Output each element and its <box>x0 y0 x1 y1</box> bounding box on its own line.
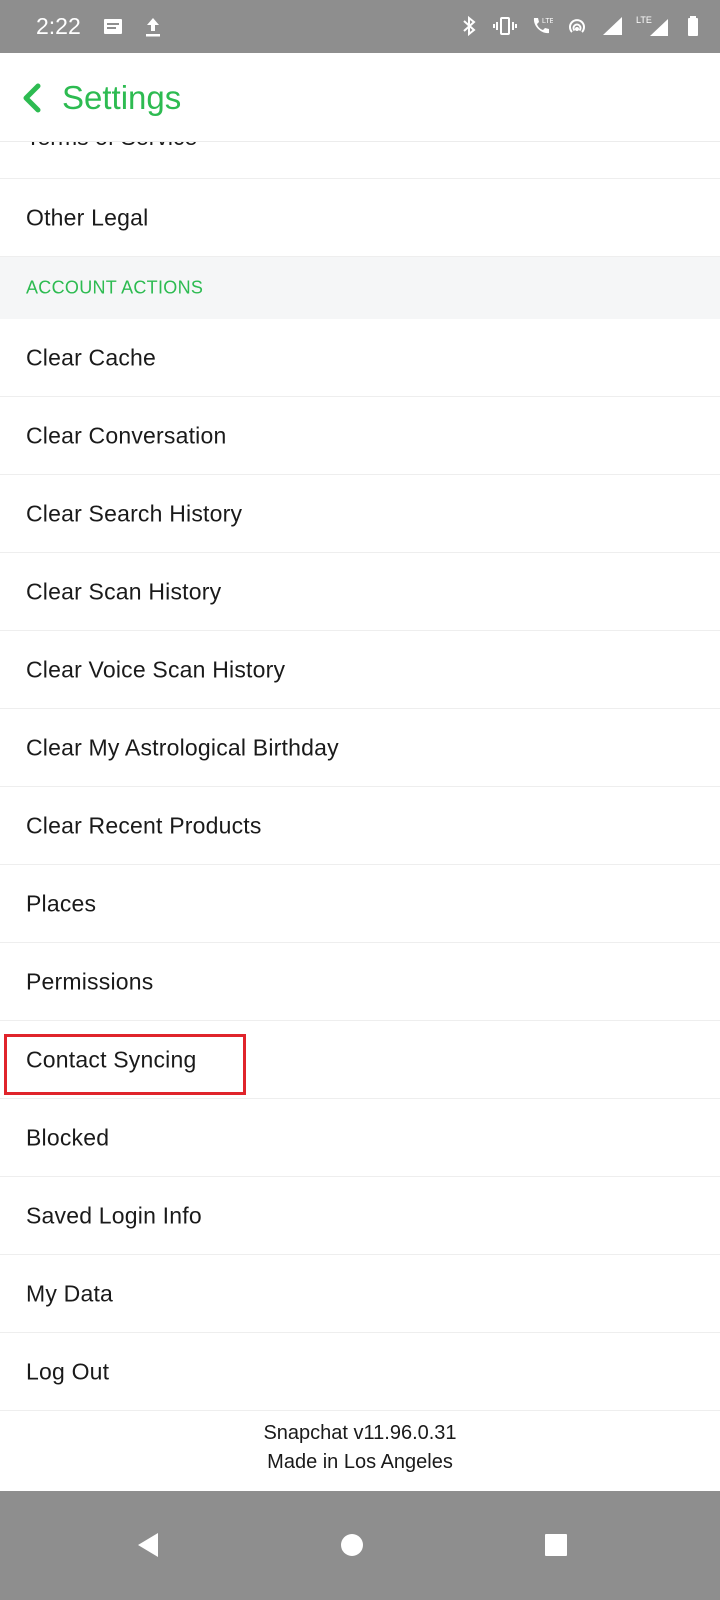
list-item-clear-recent-products[interactable]: Clear Recent Products <box>0 787 720 865</box>
chevron-left-icon <box>23 83 41 113</box>
list-item-permissions[interactable]: Permissions <box>0 943 720 1021</box>
list-item-label: Clear Cache <box>26 344 157 370</box>
section-header-account-actions: ACCOUNT ACTIONS <box>0 257 720 319</box>
back-triangle-icon <box>138 1533 158 1557</box>
home-circle-icon <box>341 1534 363 1556</box>
list-item-clear-voice-scan-history[interactable]: Clear Voice Scan History <box>0 631 720 709</box>
footer: Snapchat v11.96.0.31 Made in Los Angeles <box>0 1413 720 1491</box>
bluetooth-icon <box>456 13 482 39</box>
upload-icon <box>140 14 166 40</box>
nav-back-button[interactable] <box>120 1517 176 1573</box>
list-item-label: Log Out <box>26 1358 110 1384</box>
navigation-bar <box>0 1491 720 1600</box>
volte-call-icon: LTE <box>528 13 554 39</box>
recents-square-icon <box>545 1534 567 1556</box>
list-item-clear-cache[interactable]: Clear Cache <box>0 319 720 397</box>
list-item-label: Contact Syncing <box>26 1046 197 1072</box>
list-item-label: Clear Voice Scan History <box>26 656 286 682</box>
list-item-label: Other Legal <box>26 204 149 230</box>
signal-icon <box>600 13 626 39</box>
list-item-log-out[interactable]: Log Out <box>0 1333 720 1411</box>
list-item-label: Clear My Astrological Birthday <box>26 734 339 760</box>
list-item-clear-search-history[interactable]: Clear Search History <box>0 475 720 553</box>
settings-list: Terms of Service Other Legal ACCOUNT ACT… <box>0 142 720 1411</box>
list-item-clear-conversation[interactable]: Clear Conversation <box>0 397 720 475</box>
list-item-saved-login-info[interactable]: Saved Login Info <box>0 1177 720 1255</box>
app-tagline: Made in Los Angeles <box>267 1451 453 1473</box>
hotspot-icon <box>564 13 590 39</box>
vibrate-icon <box>492 13 518 39</box>
nav-recents-button[interactable] <box>528 1517 584 1573</box>
list-item-label: Terms of Service <box>26 142 197 151</box>
page-title: Settings <box>62 79 182 116</box>
status-right-icons: LTE LTE <box>456 13 706 39</box>
list-item-places[interactable]: Places <box>0 865 720 943</box>
svg-text:LTE: LTE <box>542 18 553 25</box>
list-item-label: Clear Search History <box>26 500 243 526</box>
list-item-blocked[interactable]: Blocked <box>0 1099 720 1177</box>
nav-home-button[interactable] <box>324 1517 380 1573</box>
back-button[interactable] <box>18 81 48 115</box>
list-item-label: Clear Recent Products <box>26 812 262 838</box>
list-item-clear-scan-history[interactable]: Clear Scan History <box>0 553 720 631</box>
list-item-label: Clear Scan History <box>26 578 222 604</box>
list-item-label: Saved Login Info <box>26 1202 202 1228</box>
list-item-clear-my-astrological-birthday[interactable]: Clear My Astrological Birthday <box>0 709 720 787</box>
section-title: ACCOUNT ACTIONS <box>26 277 204 298</box>
header: Settings <box>0 53 720 142</box>
list-item-my-data[interactable]: My Data <box>0 1255 720 1333</box>
status-time: 2:22 <box>36 13 81 39</box>
app-version: Snapchat v11.96.0.31 <box>263 1422 457 1444</box>
list-item-label: Clear Conversation <box>26 422 227 448</box>
list-item-label: Blocked <box>26 1124 110 1150</box>
list-item-label: Places <box>26 890 97 916</box>
list-item-contact-syncing[interactable]: Contact Syncing <box>0 1021 720 1099</box>
list-item-label: Permissions <box>26 968 154 994</box>
list-item-label: My Data <box>26 1280 114 1306</box>
status-left-icons <box>100 14 166 40</box>
battery-icon <box>680 13 706 39</box>
list-item-terms-of-service[interactable]: Terms of Service <box>0 142 720 179</box>
status-bar: 2:22 LTE LTE <box>0 0 720 53</box>
svg-text:LTE: LTE <box>636 15 652 25</box>
lte-signal-icon: LTE <box>636 13 670 39</box>
message-icon <box>100 14 126 40</box>
list-item-other-legal[interactable]: Other Legal <box>0 179 720 257</box>
